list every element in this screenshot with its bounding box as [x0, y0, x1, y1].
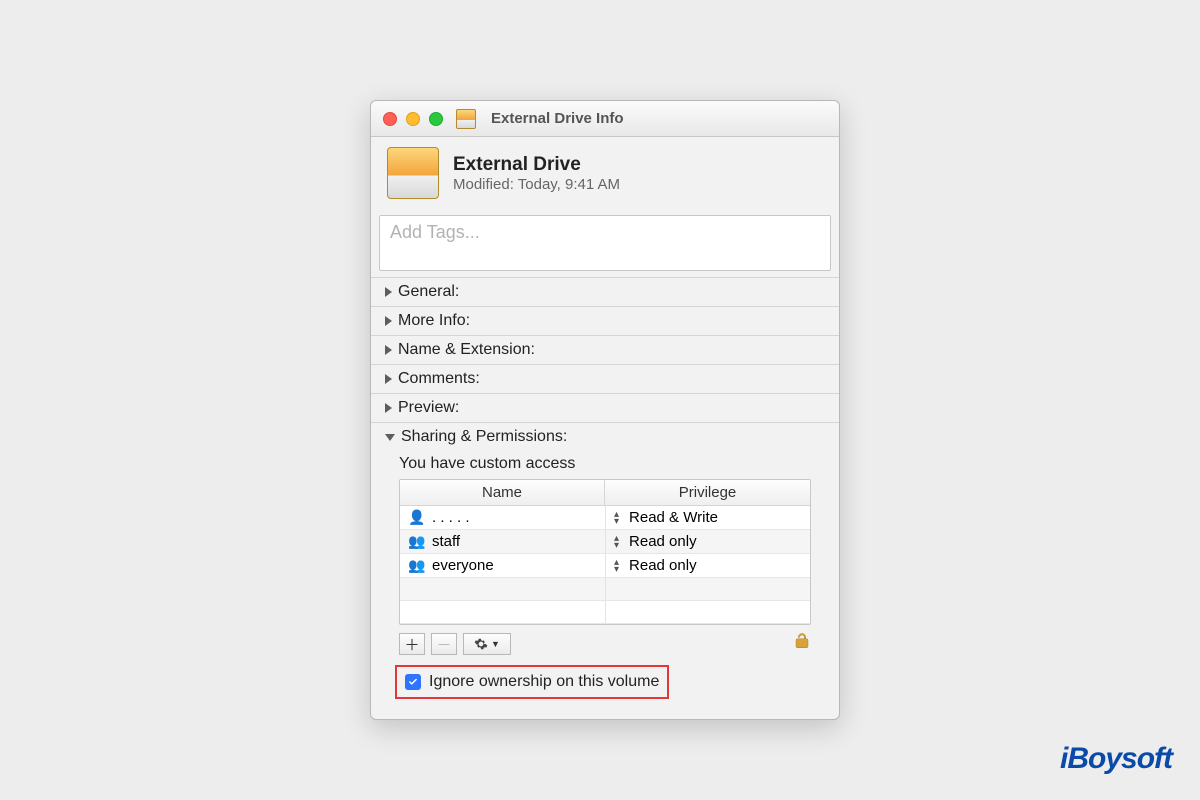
- privilege-label: Read only: [629, 533, 697, 550]
- permissions-toolbar: ＋ － ▼: [385, 625, 825, 663]
- section-label: General:: [398, 283, 459, 301]
- table-row: [400, 601, 810, 624]
- titlebar[interactable]: External Drive Info: [371, 101, 839, 137]
- chevron-down-icon: ▼: [491, 639, 500, 649]
- info-header: External Drive Modified: Today, 9:41 AM: [371, 137, 839, 213]
- disclosure-right-icon: [385, 403, 392, 413]
- disclosure-right-icon: [385, 374, 392, 384]
- modified-label: Modified: Today, 9:41 AM: [453, 176, 620, 193]
- privilege-label: Read only: [629, 557, 697, 574]
- column-privilege: Privilege: [605, 480, 810, 505]
- tags-input[interactable]: Add Tags...: [379, 215, 831, 271]
- column-name: Name: [400, 480, 605, 505]
- add-button[interactable]: ＋: [399, 633, 425, 655]
- sharing-panel: You have custom access Name Privilege 👤.…: [371, 451, 839, 719]
- section-more-info[interactable]: More Info:: [371, 306, 839, 335]
- section-comments[interactable]: Comments:: [371, 364, 839, 393]
- window-title: External Drive Info: [491, 110, 624, 127]
- drive-icon: [387, 147, 439, 199]
- table-row[interactable]: 👤 . . . . . ▴▾ Read & Write: [400, 506, 810, 530]
- section-label: Name & Extension:: [398, 341, 535, 359]
- stepper-icon: ▴▾: [614, 535, 619, 549]
- privilege-cell[interactable]: ▴▾ Read only: [605, 554, 810, 577]
- lock-icon[interactable]: [793, 631, 811, 657]
- drive-icon: [456, 109, 476, 129]
- action-menu-button[interactable]: ▼: [463, 633, 511, 655]
- remove-button[interactable]: －: [431, 633, 457, 655]
- section-label: Sharing & Permissions:: [401, 428, 567, 446]
- section-name-extension[interactable]: Name & Extension:: [371, 335, 839, 364]
- table-row[interactable]: 👥 staff ▴▾ Read only: [400, 530, 810, 554]
- table-row[interactable]: 👥 everyone ▴▾ Read only: [400, 554, 810, 578]
- get-info-window: External Drive Info External Drive Modif…: [370, 100, 840, 720]
- person-icon: 👤: [408, 509, 426, 526]
- watermark-logo: iBoysoft: [1060, 742, 1172, 776]
- user-name: everyone: [432, 557, 494, 574]
- user-name: . . . . .: [432, 509, 470, 526]
- privilege-cell[interactable]: ▴▾ Read only: [605, 530, 810, 553]
- user-name: staff: [432, 533, 460, 550]
- close-button[interactable]: [383, 112, 397, 126]
- access-text: You have custom access: [385, 455, 825, 473]
- privilege-label: Read & Write: [629, 509, 718, 526]
- stepper-icon: ▴▾: [614, 511, 619, 525]
- gear-icon: [474, 637, 488, 651]
- zoom-button[interactable]: [429, 112, 443, 126]
- section-general[interactable]: General:: [371, 277, 839, 306]
- table-row: [400, 578, 810, 601]
- people-icon: 👥: [408, 533, 426, 550]
- section-preview[interactable]: Preview:: [371, 393, 839, 422]
- section-label: Comments:: [398, 370, 480, 388]
- people-icon: 👥: [408, 557, 426, 574]
- stepper-icon: ▴▾: [614, 559, 619, 573]
- section-sharing-permissions[interactable]: Sharing & Permissions:: [371, 422, 839, 451]
- section-label: Preview:: [398, 399, 459, 417]
- ignore-ownership-row[interactable]: Ignore ownership on this volume: [395, 665, 669, 699]
- ignore-ownership-label: Ignore ownership on this volume: [429, 673, 659, 691]
- section-label: More Info:: [398, 312, 470, 330]
- privilege-cell[interactable]: ▴▾ Read & Write: [605, 506, 810, 529]
- minimize-button[interactable]: [406, 112, 420, 126]
- item-name: External Drive: [453, 154, 620, 176]
- disclosure-right-icon: [385, 287, 392, 297]
- table-header: Name Privilege: [400, 480, 810, 506]
- disclosure-right-icon: [385, 345, 392, 355]
- permissions-table: Name Privilege 👤 . . . . . ▴▾ Read & Write 👥…: [399, 479, 811, 625]
- disclosure-down-icon: [385, 434, 395, 441]
- ignore-ownership-checkbox[interactable]: [405, 674, 421, 690]
- disclosure-right-icon: [385, 316, 392, 326]
